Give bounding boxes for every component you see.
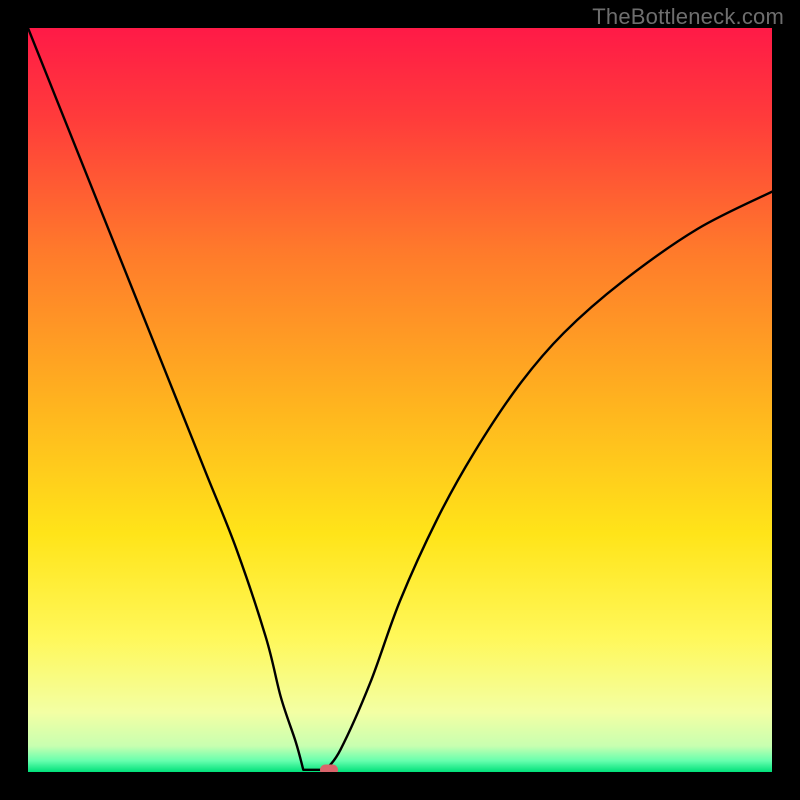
- optimum-marker: [320, 764, 338, 772]
- bottleneck-curve: [28, 28, 772, 772]
- chart-frame: TheBottleneck.com: [0, 0, 800, 800]
- plot-area: [28, 28, 772, 772]
- watermark-text: TheBottleneck.com: [592, 4, 784, 30]
